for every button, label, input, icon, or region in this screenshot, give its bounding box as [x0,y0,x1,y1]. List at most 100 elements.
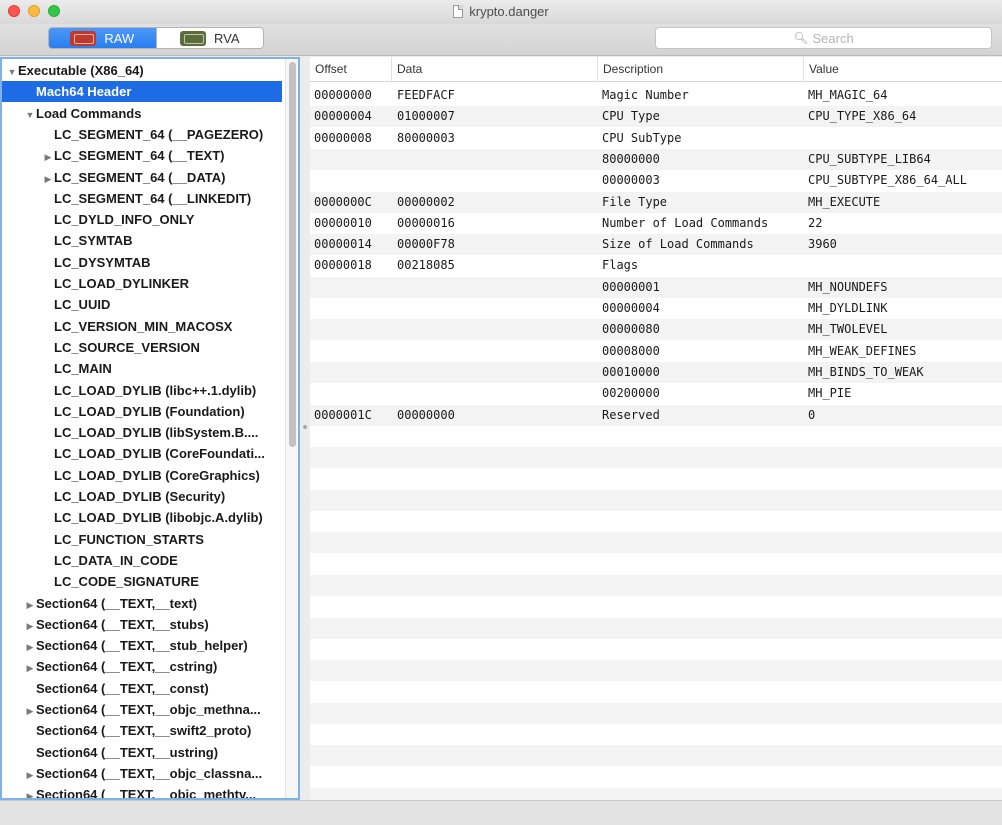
sidebar-item-label: Executable (X86_64) [18,63,144,78]
sidebar-item-label: LC_SEGMENT_64 (__DATA) [54,169,226,185]
sidebar-item[interactable]: Section64 (__TEXT,__const) [2,678,282,699]
table-row[interactable]: 00000008 80000003 CPU SubType [310,128,1002,149]
sidebar-item[interactable]: LC_LOAD_DYLIB (CoreGraphics) [2,465,282,486]
cell-data [397,319,597,340]
sidebar-item[interactable]: LC_LOAD_DYLINKER [2,273,282,294]
table-row[interactable]: 80000000 CPU_SUBTYPE_LIB64 [310,148,1002,170]
sidebar-item[interactable]: LC_VERSION_MIN_MACOSX [2,316,282,337]
sidebar-item[interactable]: LC_SEGMENT_64 (__PAGEZERO) [2,124,282,145]
empty-table-row [310,702,1002,724]
cell-offset [314,319,394,340]
cell-data: 00000F78 [397,237,455,252]
raw-segment-button[interactable]: RAW [49,28,156,48]
sidebar-item[interactable]: ▶ Section64 (__TEXT,__objc_classna... [2,763,282,784]
sidebar-item[interactable]: LC_DATA_IN_CODE [2,550,282,571]
empty-table-row [310,532,1002,554]
cell-description: 00010000 [602,364,660,379]
table-row[interactable]: 0000001C 00000000 Reserved 0 [310,404,1002,426]
cell-description: 00000080 [602,322,660,337]
sidebar-item[interactable]: ▶ LC_SEGMENT_64 (__TEXT) [2,145,282,166]
disclosure-collapsed-icon[interactable]: ▶ [24,765,36,784]
sidebar-item[interactable]: ▶ Section64 (__TEXT,__stubs) [2,614,282,635]
sidebar-item-label: Section64 (__TEXT,__stubs) [36,616,209,632]
cell-data [397,277,597,298]
sidebar-item[interactable]: LC_FUNCTION_STARTS [2,529,282,550]
sidebar-scroll-thumb[interactable] [289,62,296,447]
column-header-offset[interactable]: Offset [310,57,392,82]
sidebar-item[interactable]: LC_SYMTAB [2,230,282,251]
search-field[interactable]: 🔍︎ Search [655,27,992,49]
sidebar-item[interactable]: LC_UUID [2,294,282,315]
sidebar-item-label: LC_LOAD_DYLINKER [54,276,190,291]
cell-value [808,255,1000,276]
sidebar-item[interactable]: ▼ Load Commands [2,103,282,124]
title-bar[interactable]: krypto.danger [0,0,1002,24]
disclosure-collapsed-icon[interactable]: ▶ [24,786,36,798]
sidebar-item[interactable]: ▶ Section64 (__TEXT,__objc_methna... [2,699,282,720]
sidebar-item[interactable]: ▶ Section64 (__TEXT,__objc_methtv... [2,784,282,798]
disclosure-expanded-icon[interactable]: ▼ [6,62,18,81]
cell-data: 00218085 [397,258,455,273]
table-row[interactable]: 0000000C 00000002 File Type MH_EXECUTE [310,191,1002,213]
table-row[interactable]: 00000080 MH_TWOLEVEL [310,319,1002,341]
table-row[interactable]: 00000018 00218085 Flags [310,255,1002,276]
table-row[interactable]: 00008000 MH_WEAK_DEFINES [310,341,1002,362]
rva-segment-button[interactable]: RVA [155,28,264,48]
sidebar-item[interactable]: ▶ LC_SEGMENT_64 (__DATA) [2,167,282,188]
search-placeholder: Search [812,30,854,46]
sidebar-item[interactable]: LC_DYSYMTAB [2,252,282,273]
cell-offset [314,298,394,319]
table-row[interactable]: 00200000 MH_PIE [310,383,1002,404]
cell-value: MH_NOUNDEFS [808,279,888,294]
table-row[interactable]: 00000014 00000F78 Size of Load Commands 396… [310,234,1002,256]
sidebar-item[interactable]: LC_LOAD_DYLIB (libSystem.B.... [2,422,282,443]
cell-value: MH_TWOLEVEL [808,322,888,337]
table-header: Offset Data Description Value [310,57,1002,82]
disclosure-collapsed-icon[interactable]: ▶ [24,616,36,635]
sidebar-item[interactable]: ▼ Executable (X86_64) [2,60,282,81]
sidebar-item[interactable]: LC_LOAD_DYLIB (libobjc.A.dylib) [2,507,282,528]
cell-value: MH_BINDS_TO_WEAK [808,364,924,379]
sidebar-item[interactable]: LC_CODE_SIGNATURE [2,571,282,592]
sidebar-item-label: LC_SEGMENT_64 (__LINKEDIT) [54,190,252,206]
sidebar-item[interactable]: Mach64 Header [2,81,282,103]
empty-table-row [310,639,1002,660]
cell-description: File Type [602,194,668,209]
table-row[interactable]: 00000010 00000016 Number of Load Commands 2… [310,213,1002,234]
sidebar-item[interactable]: LC_LOAD_DYLIB (CoreFoundati... [2,443,282,464]
sidebar-item[interactable]: Section64 (__TEXT,__swift2_proto) [2,720,282,741]
cell-value: CPU_SUBTYPE_LIB64 [808,151,931,166]
sidebar-item[interactable]: LC_SEGMENT_64 (__LINKEDIT) [2,188,282,209]
divider-handle[interactable] [303,425,307,429]
raw-chip-icon [70,30,97,46]
disclosure-collapsed-icon[interactable]: ▶ [24,701,36,720]
disclosure-collapsed-icon[interactable]: ▶ [24,595,36,614]
disclosure-collapsed-icon[interactable]: ▶ [42,147,54,166]
sidebar-item[interactable]: ▶ Section64 (__TEXT,__stub_helper) [2,635,282,656]
disclosure-expanded-icon[interactable]: ▼ [24,105,36,124]
disclosure-collapsed-icon[interactable]: ▶ [24,637,36,656]
outline-sidebar[interactable]: ▼ Executable (X86_64) Mach64 Header ▼ Load C… [0,57,300,800]
table-row[interactable]: 00000000 FEEDFACF Magic Number MH_MAGIC_64 [310,85,1002,106]
sidebar-item[interactable]: ▶ Section64 (__TEXT,__text) [2,593,282,614]
table-row[interactable]: 00000004 MH_DYLDLINK [310,298,1002,319]
table-row[interactable]: 00010000 MH_BINDS_TO_WEAK [310,361,1002,383]
sidebar-item[interactable]: LC_LOAD_DYLIB (libc++.1.dylib) [2,380,282,401]
sidebar-item[interactable]: LC_LOAD_DYLIB (Security) [2,486,282,507]
table-row[interactable]: 00000003 CPU_SUBTYPE_X86_64_ALL [310,170,1002,191]
sidebar-item[interactable]: LC_LOAD_DYLIB (Foundation) [2,401,282,422]
sidebar-item[interactable]: LC_MAIN [2,358,282,379]
sidebar-item[interactable]: LC_DYLD_INFO_ONLY [2,209,282,230]
disclosure-collapsed-icon[interactable]: ▶ [24,658,36,677]
sidebar-item[interactable]: LC_SOURCE_VERSION [2,337,282,358]
column-header-data[interactable]: Data [392,57,598,82]
column-header-description[interactable]: Description [598,57,804,82]
sidebar-item[interactable]: ▶ Section64 (__TEXT,__cstring) [2,656,282,677]
table-row[interactable]: 00000001 MH_NOUNDEFS [310,276,1002,298]
disclosure-collapsed-icon[interactable]: ▶ [42,169,54,188]
sidebar-item[interactable]: Section64 (__TEXT,__ustring) [2,742,282,763]
sidebar-scrollbar[interactable] [285,59,298,798]
sidebar-item-label: LC_SOURCE_VERSION [54,339,200,355]
table-row[interactable]: 00000004 01000007 CPU Type CPU_TYPE_X86_64 [310,106,1002,128]
column-header-value[interactable]: Value [804,57,1002,82]
